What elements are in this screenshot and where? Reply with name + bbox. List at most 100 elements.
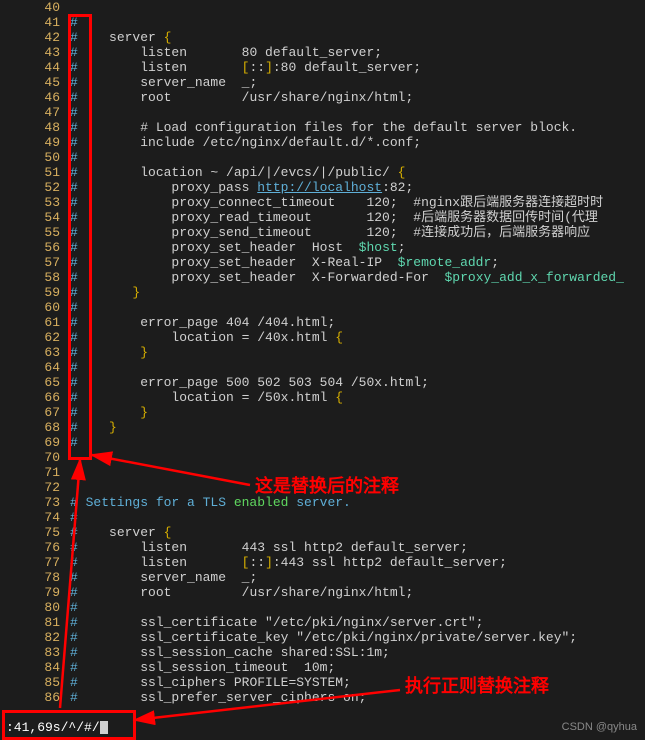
code-line[interactable]: 61# error_page 404 /404.html; xyxy=(0,315,645,330)
code-line[interactable]: 82# ssl_certificate_key "/etc/pki/nginx/… xyxy=(0,630,645,645)
code-line[interactable]: 74# xyxy=(0,510,645,525)
code-line[interactable]: 78# server_name _; xyxy=(0,570,645,585)
code-line[interactable]: 56# proxy_set_header Host $host; xyxy=(0,240,645,255)
code-line[interactable]: 70 xyxy=(0,450,645,465)
line-number: 73 xyxy=(0,495,70,510)
code-line[interactable]: 60# xyxy=(0,300,645,315)
line-number: 68 xyxy=(0,420,70,435)
code-content: # proxy_pass http://localhost:82; xyxy=(70,180,645,195)
code-content: # } xyxy=(70,420,645,435)
code-content: # ssl_prefer_server_ciphers on; xyxy=(70,690,645,705)
code-content: # server { xyxy=(70,525,645,540)
code-line[interactable]: 40 xyxy=(0,0,645,15)
code-editor[interactable]: 4041#42# server {43# listen 80 default_s… xyxy=(0,0,645,739)
line-number: 47 xyxy=(0,105,70,120)
code-line[interactable]: 51# location ~ /api/|/evcs/|/public/ { xyxy=(0,165,645,180)
line-number: 48 xyxy=(0,120,70,135)
code-content xyxy=(70,450,645,465)
code-content: # ssl_certificate "/etc/pki/nginx/server… xyxy=(70,615,645,630)
line-number: 75 xyxy=(0,525,70,540)
line-number: 60 xyxy=(0,300,70,315)
code-line[interactable]: 58# proxy_set_header X-Forwarded-For $pr… xyxy=(0,270,645,285)
code-line[interactable]: 64# xyxy=(0,360,645,375)
line-number: 53 xyxy=(0,195,70,210)
code-line[interactable]: 53# proxy_connect_timeout 120; #nginx跟后端… xyxy=(0,195,645,210)
line-number: 83 xyxy=(0,645,70,660)
annotation-regex-replace: 执行正则替换注释 xyxy=(405,672,549,698)
line-number: 45 xyxy=(0,75,70,90)
code-line[interactable]: 57# proxy_set_header X-Real-IP $remote_a… xyxy=(0,255,645,270)
code-line[interactable]: 55# proxy_send_timeout 120; #连接成功后，后端服务器… xyxy=(0,225,645,240)
code-line[interactable]: 83# ssl_session_cache shared:SSL:1m; xyxy=(0,645,645,660)
code-content: # server_name _; xyxy=(70,75,645,90)
line-number: 63 xyxy=(0,345,70,360)
line-number: 71 xyxy=(0,465,70,480)
code-content: # xyxy=(70,435,645,450)
watermark: CSDN @qyhua xyxy=(562,721,637,733)
code-line[interactable]: 52# proxy_pass http://localhost:82; xyxy=(0,180,645,195)
code-line[interactable]: 50# xyxy=(0,150,645,165)
line-number: 74 xyxy=(0,510,70,525)
code-line[interactable]: 67# } xyxy=(0,405,645,420)
code-line[interactable]: 43# listen 80 default_server; xyxy=(0,45,645,60)
code-line[interactable]: 77# listen [::]:443 ssl http2 default_se… xyxy=(0,555,645,570)
line-number: 58 xyxy=(0,270,70,285)
code-line[interactable]: 54# proxy_read_timeout 120; #后端服务器数据回传时间… xyxy=(0,210,645,225)
cursor xyxy=(100,721,108,734)
line-number: 85 xyxy=(0,675,70,690)
code-line[interactable]: 63# } xyxy=(0,345,645,360)
line-number: 81 xyxy=(0,615,70,630)
line-number: 82 xyxy=(0,630,70,645)
code-line[interactable]: 49# include /etc/nginx/default.d/*.conf; xyxy=(0,135,645,150)
code-content: # proxy_send_timeout 120; #连接成功后，后端服务器响应 xyxy=(70,225,645,240)
code-line[interactable]: 75# server { xyxy=(0,525,645,540)
code-line[interactable]: 45# server_name _; xyxy=(0,75,645,90)
line-number: 56 xyxy=(0,240,70,255)
code-line[interactable]: 81# ssl_certificate "/etc/pki/nginx/serv… xyxy=(0,615,645,630)
code-line[interactable]: 69# xyxy=(0,435,645,450)
line-number: 84 xyxy=(0,660,70,675)
code-content: # xyxy=(70,300,645,315)
code-line[interactable]: 42# server { xyxy=(0,30,645,45)
line-number: 76 xyxy=(0,540,70,555)
code-content: # server { xyxy=(70,30,645,45)
line-number: 86 xyxy=(0,690,70,705)
code-content: # proxy_set_header X-Forwarded-For $prox… xyxy=(70,270,645,285)
code-line[interactable]: 59# } xyxy=(0,285,645,300)
code-content: # xyxy=(70,360,645,375)
code-content: # } xyxy=(70,285,645,300)
code-content: # location = /40x.html { xyxy=(70,330,645,345)
code-content: # location = /50x.html { xyxy=(70,390,645,405)
code-line[interactable]: 66# location = /50x.html { xyxy=(0,390,645,405)
code-line[interactable]: 48# # Load configuration files for the d… xyxy=(0,120,645,135)
code-content: # ssl_session_cache shared:SSL:1m; xyxy=(70,645,645,660)
line-number: 49 xyxy=(0,135,70,150)
code-content: # error_page 500 502 503 504 /50x.html; xyxy=(70,375,645,390)
line-number: 57 xyxy=(0,255,70,270)
line-number: 61 xyxy=(0,315,70,330)
code-line[interactable]: 68# } xyxy=(0,420,645,435)
code-content: # include /etc/nginx/default.d/*.conf; xyxy=(70,135,645,150)
code-content: # server_name _; xyxy=(70,570,645,585)
code-line[interactable]: 62# location = /40x.html { xyxy=(0,330,645,345)
code-line[interactable]: 41# xyxy=(0,15,645,30)
code-line[interactable]: 76# listen 443 ssl http2 default_server; xyxy=(0,540,645,555)
code-content: # ssl_certificate_key "/etc/pki/nginx/pr… xyxy=(70,630,645,645)
line-number: 46 xyxy=(0,90,70,105)
code-line[interactable]: 44# listen [::]:80 default_server; xyxy=(0,60,645,75)
line-number: 64 xyxy=(0,360,70,375)
vim-command-line[interactable]: :41,69s/^/#/ xyxy=(6,720,108,735)
code-content: # root /usr/share/nginx/html; xyxy=(70,90,645,105)
code-content: # proxy_connect_timeout 120; #nginx跟后端服务… xyxy=(70,195,645,210)
code-content: # listen 443 ssl http2 default_server; xyxy=(70,540,645,555)
code-line[interactable]: 65# error_page 500 502 503 504 /50x.html… xyxy=(0,375,645,390)
code-content: # xyxy=(70,15,645,30)
code-line[interactable]: 80# xyxy=(0,600,645,615)
line-number: 69 xyxy=(0,435,70,450)
code-line[interactable]: 46# root /usr/share/nginx/html; xyxy=(0,90,645,105)
code-line[interactable]: 79# root /usr/share/nginx/html; xyxy=(0,585,645,600)
line-number: 44 xyxy=(0,60,70,75)
line-number: 40 xyxy=(0,0,70,15)
code-content: # } xyxy=(70,405,645,420)
code-line[interactable]: 47# xyxy=(0,105,645,120)
